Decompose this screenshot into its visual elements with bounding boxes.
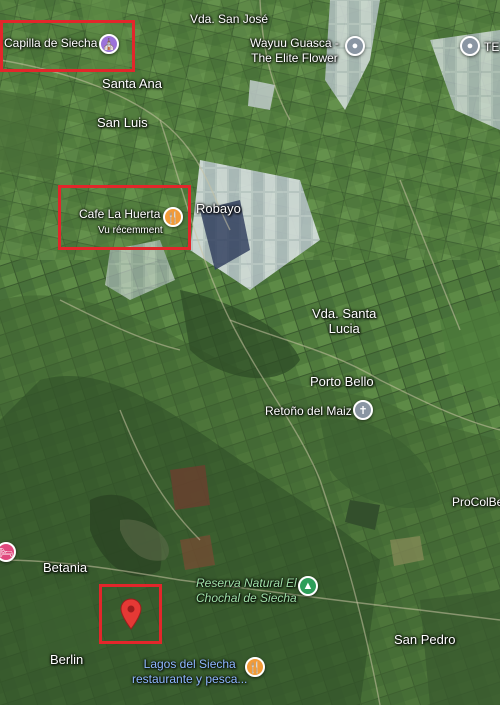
label-berlin[interactable]: Berlin (50, 652, 83, 667)
label-santa-ana[interactable]: Santa Ana (102, 76, 162, 91)
label-vda-santa-line1: Vda. Santa (312, 306, 377, 321)
label-wayuu-line2: The Elite Flower (251, 51, 338, 65)
label-robayo[interactable]: Robayo (196, 201, 241, 216)
label-wayuu-guasca[interactable]: Wayuu Guasca - The Elite Flower (250, 36, 339, 66)
red-location-marker-icon[interactable] (120, 598, 142, 630)
label-betania[interactable]: Betania (43, 560, 87, 575)
label-vda-santa-line2: Lucia (328, 321, 360, 336)
cemetery-icon[interactable]: ✝ (353, 400, 373, 420)
label-cafe-sub: Vu récemment (98, 225, 163, 236)
te-location-pin-icon[interactable]: ● (460, 36, 480, 56)
label-lagos-line2: restaurante y pesca... (132, 672, 248, 686)
label-wayuu-line1: Wayuu Guasca - (250, 36, 339, 50)
label-san-luis[interactable]: San Luis (97, 115, 148, 130)
satellite-map[interactable]: Vda. San José Capilla de Siecha ⛪ Santa … (0, 0, 500, 705)
label-reserva-natural[interactable]: Reserva Natural El Chochal de Siecha (196, 576, 297, 606)
label-reserva-line2: Chochal de Siecha (196, 591, 297, 605)
label-vda-san-jose[interactable]: Vda. San José (190, 12, 268, 27)
label-capilla-de-siecha[interactable]: Capilla de Siecha (4, 36, 97, 51)
label-cafe-la-huerta[interactable]: Cafe La Huerta (79, 207, 160, 222)
location-pin-icon[interactable]: ● (345, 36, 365, 56)
label-reserva-line1: Reserva Natural El (196, 576, 297, 590)
label-san-pedro[interactable]: San Pedro (394, 632, 455, 647)
label-vda-santa-lucia[interactable]: Vda. Santa Lucia (312, 306, 376, 336)
label-lagos-line1: Lagos del Siecha (143, 657, 236, 671)
label-retono-del-maiz[interactable]: Retoño del Maiz (265, 404, 352, 419)
place-of-worship-icon[interactable]: ⛪ (99, 34, 119, 54)
label-procolbe[interactable]: ProColBe (452, 495, 500, 510)
label-lagos-del-siecha[interactable]: Lagos del Siecha restaurante y pesca... (132, 657, 247, 687)
park-icon[interactable]: ▲ (298, 576, 318, 596)
label-porto-bello[interactable]: Porto Bello (310, 374, 374, 389)
lagos-restaurant-icon[interactable]: 🍴 (245, 657, 265, 677)
restaurant-icon[interactable]: 🍴 (163, 207, 183, 227)
label-te[interactable]: TE (484, 40, 499, 55)
